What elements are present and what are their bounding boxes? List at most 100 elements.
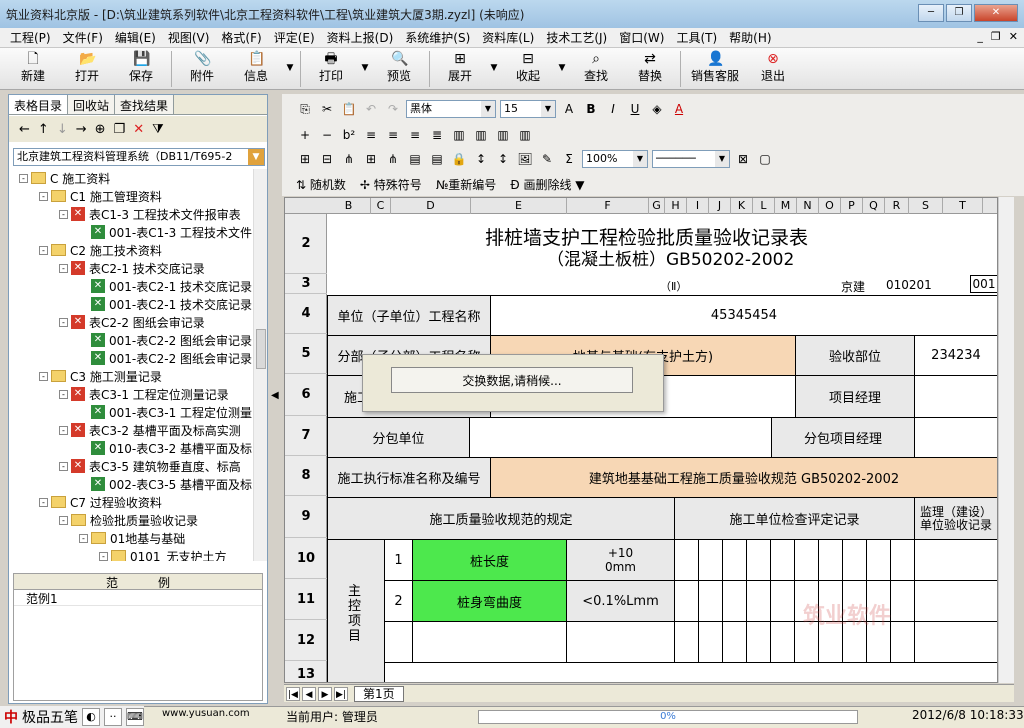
undo-icon[interactable]: ↶ <box>362 100 380 118</box>
supervisor-cell[interactable] <box>914 539 997 581</box>
last-sheet-icon[interactable]: ▶| <box>334 686 348 701</box>
menu-help[interactable]: 帮助(H) <box>723 29 777 46</box>
barcode-icon[interactable]: ▥ <box>516 126 534 144</box>
lock-icon[interactable]: 🔒 <box>450 150 468 168</box>
unit-project-value[interactable]: 45345454 <box>490 295 997 336</box>
menu-window[interactable]: 窗口(W) <box>613 29 670 46</box>
tree-node[interactable]: - ✕ 表C3-1 工程定位测量记录 <box>59 385 229 403</box>
tree-node[interactable]: - 01地基与基础 <box>79 529 185 547</box>
table-icon[interactable]: ▤ <box>406 150 424 168</box>
row-header[interactable]: 3 <box>285 274 327 294</box>
collapse-toggle-icon[interactable]: - <box>79 533 88 543</box>
exit-button[interactable]: ⊗ 退出 <box>746 48 800 90</box>
tree-node[interactable]: - ✕ 表C3-5 建筑物垂直度、标高 <box>59 457 241 475</box>
tree-node[interactable]: ✕ 002-表C3-5 基槽平面及标 <box>79 475 252 493</box>
collapse-toggle-icon[interactable]: - <box>59 461 68 471</box>
check-cell[interactable] <box>746 621 771 663</box>
collapse-toggle-icon[interactable]: - <box>59 209 68 219</box>
column-header[interactable]: J <box>709 198 731 214</box>
collapse-toggle-icon[interactable]: - <box>59 389 68 399</box>
collapse-toggle-icon[interactable]: - <box>39 245 48 255</box>
split-cells-icon[interactable]: ⊟ <box>318 150 336 168</box>
delete-icon[interactable]: ✕ <box>133 122 144 137</box>
tree-node[interactable]: - ✕ 表C2-2 图纸会审记录 <box>59 313 205 331</box>
row-header[interactable]: 5 <box>285 334 327 374</box>
menu-technique[interactable]: 技术工艺(J) <box>540 29 613 46</box>
column-header[interactable]: M <box>775 198 797 214</box>
tree-node[interactable]: - C1 施工管理资料 <box>39 187 162 205</box>
ime-punct-icon[interactable]: ·· <box>104 708 122 726</box>
item-requirement[interactable]: <0.1%Lmm <box>566 580 675 622</box>
panel-splitter[interactable]: ◀ <box>271 94 279 704</box>
check-cell[interactable] <box>722 539 747 581</box>
check-cell[interactable] <box>674 621 699 663</box>
collapse-toggle-icon[interactable]: - <box>59 317 68 327</box>
column-header[interactable]: L <box>753 198 775 214</box>
filter-icon[interactable]: ⧩ <box>152 122 164 137</box>
example-row[interactable]: 范例1 <box>14 590 262 606</box>
column-header[interactable]: B <box>327 198 371 214</box>
tree-node[interactable]: ✕ 001-表C2-1 技术交底记录 <box>79 277 252 295</box>
superscript-icon[interactable]: b² <box>340 126 358 144</box>
renumber-link[interactable]: №重新编号 <box>436 176 497 193</box>
preview-button[interactable]: 🔍 预览 <box>372 48 426 90</box>
bold-icon[interactable]: B <box>582 100 600 118</box>
print-dropdown-arrow[interactable]: ▼ <box>358 48 372 88</box>
tree-node[interactable]: ✕ 010-表C3-2 基槽平面及标 <box>79 439 252 457</box>
fill-color-icon[interactable]: ◈ <box>648 100 666 118</box>
tree-node[interactable]: - C7 过程验收资料 <box>39 493 162 511</box>
row-header[interactable]: 10 <box>285 538 327 579</box>
check-cell[interactable] <box>842 539 867 581</box>
font-size-select[interactable]: 15 ▼ <box>500 100 556 118</box>
image-icon[interactable]: 🖼 <box>516 150 534 168</box>
menu-report[interactable]: 资料上报(D) <box>321 29 400 46</box>
cut-icon[interactable]: ✂ <box>318 100 336 118</box>
system-select[interactable]: 北京建筑工程资料管理系统（DB11/T695-2 ▼ <box>13 148 265 166</box>
move-up-icon[interactable]: ↑ <box>38 122 49 137</box>
menu-library[interactable]: 资料库(L) <box>476 29 540 46</box>
doc-restore-button[interactable]: ❐ <box>991 30 1001 43</box>
menu-format[interactable]: 格式(F) <box>215 29 267 46</box>
chevron-down-icon[interactable]: ▼ <box>248 149 264 165</box>
expand-dropdown-arrow[interactable]: ▼ <box>487 48 501 88</box>
font-select[interactable]: 黑体 ▼ <box>406 100 496 118</box>
check-cell[interactable] <box>722 621 747 663</box>
restore-button[interactable]: ❐ <box>946 4 972 22</box>
tree-node[interactable]: - ✕ 表C2-1 技术交底记录 <box>59 259 205 277</box>
tree-node[interactable]: - C2 施工技术资料 <box>39 241 162 259</box>
strikethrough-link[interactable]: Ð 画删除线 ▼ <box>510 176 584 193</box>
check-cell[interactable] <box>794 539 819 581</box>
add-table-icon[interactable]: ⊕ <box>95 122 106 137</box>
check-cell[interactable] <box>818 539 843 581</box>
check-cell[interactable] <box>698 580 723 622</box>
chevron-down-icon[interactable]: ▼ <box>481 101 495 117</box>
tree-node[interactable]: ✕ 001-表C2-2 图纸会审记录 <box>79 349 252 367</box>
menu-view[interactable]: 视图(V) <box>162 29 216 46</box>
acceptance-part-value[interactable]: 234234 <box>914 335 997 376</box>
check-cell[interactable] <box>746 539 771 581</box>
row-header[interactable]: 12 <box>285 620 327 661</box>
tree-node[interactable]: - 检验批质量验收记录 <box>59 511 198 529</box>
check-cell[interactable] <box>890 539 915 581</box>
fork-icon[interactable]: ⋔ <box>384 150 402 168</box>
chevron-down-icon[interactable]: ▼ <box>715 151 729 167</box>
empty-cell[interactable] <box>384 621 413 663</box>
prev-sheet-icon[interactable]: ◀ <box>302 686 316 701</box>
sum-icon[interactable]: Σ <box>560 150 578 168</box>
row-header[interactable]: 11 <box>285 579 327 620</box>
line-spacing-icon[interactable]: ↕ <box>494 150 512 168</box>
column-header[interactable]: H <box>665 198 687 214</box>
tree-node[interactable]: - C 施工资料 <box>19 169 110 187</box>
column-header[interactable]: F <box>567 198 649 214</box>
collapse-toggle-icon[interactable]: - <box>59 515 68 525</box>
check-cell[interactable] <box>770 621 795 663</box>
row-header[interactable]: 9 <box>285 496 327 538</box>
subcontract-unit-value[interactable] <box>469 417 772 458</box>
menu-project[interactable]: 工程(P) <box>4 29 57 46</box>
tree-node[interactable]: ✕ 001-表C1-3 工程技术文件 <box>79 223 252 241</box>
row-header[interactable]: 8 <box>285 456 327 496</box>
column-header[interactable]: C <box>371 198 391 214</box>
column-header[interactable]: N <box>797 198 819 214</box>
italic-icon[interactable]: I <box>604 100 622 118</box>
row-header[interactable]: 7 <box>285 416 327 456</box>
